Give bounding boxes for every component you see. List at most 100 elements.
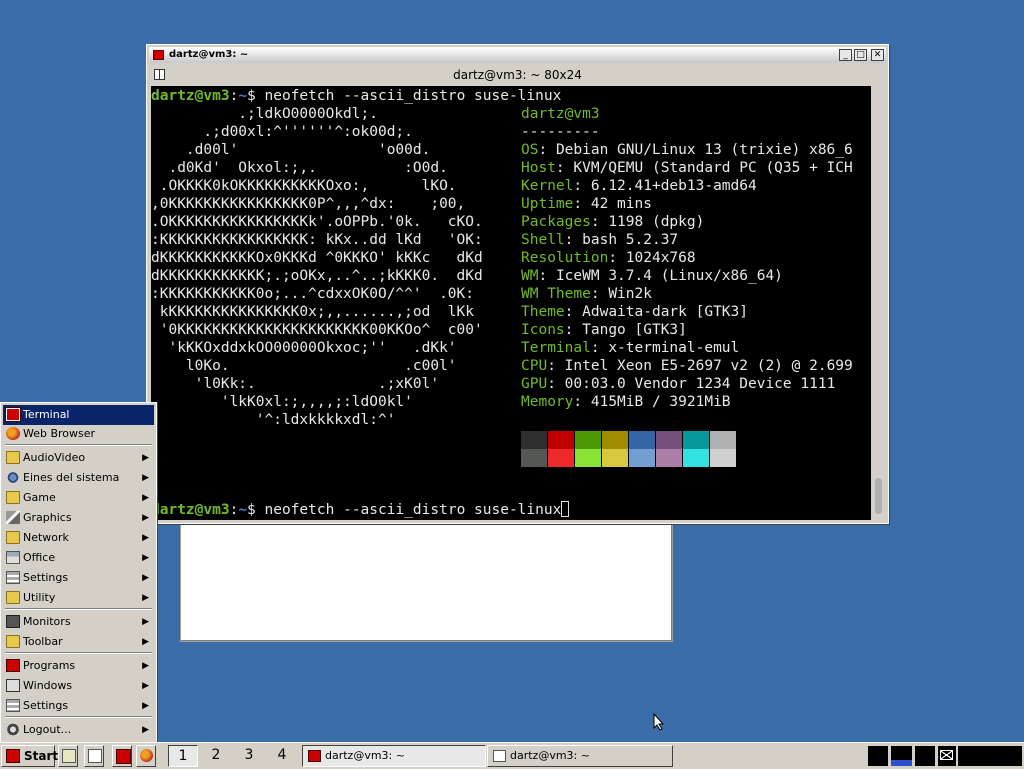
info-value: 42 mins: [590, 196, 652, 212]
folder-icon: [6, 451, 20, 464]
info-key: OS: [521, 142, 539, 158]
terminal-icon: [5, 407, 21, 422]
info-key: Kernel: [521, 178, 574, 194]
info-line: CPU: Intel Xeon E5-2697 v2 (2) @ 2.699: [521, 357, 853, 375]
clock[interactable]: [958, 746, 1022, 766]
color-swatch: [656, 431, 682, 449]
ascii-art-line: .;d00xl:^''''''^:ok00d;.: [151, 124, 413, 140]
info-line: Memory: 415MiB / 3921MiB: [521, 393, 731, 411]
prompt-line-2: dartz@vm3:~$ neofetch --ascii_distro sus…: [151, 501, 570, 519]
info-colon: :: [590, 214, 609, 230]
terminal-titlebar[interactable]: dartz@vm3: ~ _ □ ✕: [149, 47, 886, 63]
ascii-art-line: :KKKKKKKKKKK0o;...^cdxxOK0O/^^' .0K:: [151, 286, 475, 302]
info-value: Intel Xeon E5-2697 v2 (2) @ 2.699: [564, 358, 853, 374]
info-colon: :: [555, 160, 574, 176]
menu-item-label: Programs: [23, 659, 76, 672]
maximize-button[interactable]: □: [854, 49, 867, 61]
color-swatch: [656, 449, 682, 467]
menu-item-graphics[interactable]: Graphics ▶: [3, 508, 154, 528]
ascii-art-line: .d0Kd' Okxol:;,. :O0d.: [151, 160, 448, 176]
info-colon: :: [573, 196, 591, 212]
start-menu[interactable]: Terminal Web Browser AudioVideo ▶ Eines del …: [0, 402, 157, 744]
task-label: dartz@vm3: ~: [325, 749, 405, 762]
scrollbar-thumb[interactable]: [875, 478, 882, 514]
menu-item-utility[interactable]: Utility ▶: [3, 588, 154, 608]
prompt-user: dartz@vm3: [151, 502, 230, 518]
terminal-size-title: dartz@vm3: ~ 80x24: [453, 68, 582, 82]
menu-item-settings[interactable]: Settings ▶: [3, 568, 154, 588]
task-button-1[interactable]: dartz@vm3: ~: [302, 745, 486, 767]
info-key: Icons: [521, 322, 565, 338]
menu-item-game[interactable]: Game ▶: [3, 488, 154, 508]
prompt-separator: :: [229, 88, 239, 104]
window-list-button[interactable]: [84, 745, 104, 767]
menu-item-office[interactable]: Office ▶: [3, 548, 154, 568]
task-button-2[interactable]: dartz@vm3: ~: [487, 745, 673, 767]
background-window[interactable]: [180, 521, 673, 642]
submenu-arrow-icon: ▶: [142, 661, 149, 671]
menu-item-monitors[interactable]: Monitors ▶: [3, 612, 154, 632]
info-key: Theme: [521, 304, 565, 320]
workspace-button-2[interactable]: 2: [201, 745, 231, 767]
menu-item-label: Office: [23, 551, 56, 564]
workspace-button-4[interactable]: 4: [267, 745, 297, 767]
terminal-scrollbar[interactable]: [873, 86, 884, 520]
text-cursor: [561, 501, 570, 517]
info-line: WM: IceWM 3.7.4 (Linux/x86_64): [521, 267, 783, 285]
menu-item-audiovideo[interactable]: AudioVideo ▶: [3, 448, 154, 468]
menu-item-logout[interactable]: Logout... ▶: [3, 720, 154, 740]
color-swatch: [683, 431, 709, 449]
system-tools-icon: [6, 471, 20, 484]
minimize-button[interactable]: _: [839, 49, 852, 61]
menu-item-toolbar[interactable]: Toolbar ▶: [3, 632, 154, 652]
terminal-screen[interactable]: dartz@vm3:~$ neofetch --ascii_distro sus…: [151, 86, 871, 520]
color-swatch: [521, 431, 547, 449]
color-swatch: [575, 449, 601, 467]
mail-icon[interactable]: [938, 746, 956, 766]
workspace-button-1[interactable]: 1: [168, 745, 198, 767]
graphics-icon: [6, 511, 20, 524]
menu-item-windows[interactable]: Windows ▶: [3, 676, 154, 696]
menu-item-programs[interactable]: Programs ▶: [3, 656, 154, 676]
show-desktop-button[interactable]: [58, 745, 78, 767]
ascii-art-line: kKKKKKKKKKKKKKKK0x;,,......,;od lKk: [151, 304, 475, 320]
color-swatch: [602, 449, 628, 467]
info-colon: :: [538, 268, 556, 284]
ascii-art-line: l0Ko. .c00l': [151, 358, 457, 374]
info-colon: :: [590, 286, 609, 302]
menu-item-label: Settings: [23, 699, 69, 712]
prompt-path: ~: [238, 88, 248, 104]
submenu-arrow-icon: ▶: [142, 573, 149, 583]
menu-item-label: Web Browser: [23, 427, 96, 440]
info-colon: :: [590, 340, 609, 356]
color-swatch: [548, 449, 574, 467]
menu-item-web-browser[interactable]: Web Browser: [3, 424, 154, 444]
menu-item-label: Terminal: [23, 408, 70, 421]
info-key: WM: [521, 268, 539, 284]
menu-item-terminal[interactable]: Terminal: [3, 405, 154, 425]
menu-item-settings[interactable]: Settings ▶: [3, 696, 154, 716]
info-line: Packages: 1198 (dpkg): [521, 213, 704, 231]
programs-icon: [6, 659, 20, 672]
workspace-button-3[interactable]: 3: [234, 745, 264, 767]
web-browser-launcher[interactable]: [136, 745, 156, 767]
desktop-icon: [62, 749, 76, 763]
info-colon: :: [573, 394, 591, 410]
submenu-arrow-icon: ▶: [142, 617, 149, 627]
menu-item-label: Graphics: [23, 511, 72, 524]
color-swatch: [521, 449, 547, 467]
menu-item-network[interactable]: Network ▶: [3, 528, 154, 548]
info-separator: ---------: [521, 124, 600, 140]
close-button[interactable]: ✕: [871, 49, 884, 61]
web-browser-icon: [6, 427, 20, 440]
start-button[interactable]: Start: [1, 745, 58, 767]
prompt-line-1: dartz@vm3:~$ neofetch --ascii_distro sus…: [151, 87, 561, 105]
terminal-launcher[interactable]: [112, 745, 132, 767]
prompt-suffix: $: [247, 88, 265, 104]
task-label: dartz@vm3: ~: [510, 749, 590, 762]
prompt-separator: :: [229, 502, 239, 518]
terminal-window[interactable]: dartz@vm3: ~ _ □ ✕ dartz@vm3: ~ 80x24 da…: [146, 44, 889, 524]
window-list-icon: [88, 749, 102, 763]
menu-item-eines-del-sistema[interactable]: Eines del sistema ▶: [3, 468, 154, 488]
info-key: Shell: [521, 232, 565, 248]
